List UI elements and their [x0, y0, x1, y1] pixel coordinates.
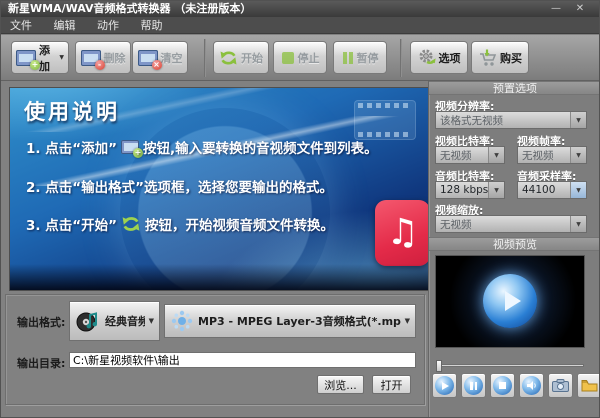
audio-bitrate-value: 128 kbps [440, 184, 488, 196]
window-title: 新星WMA/WAV音频格式转换器 （未注册版本） [8, 2, 252, 15]
audio-samplerate-value: 44100 [522, 184, 556, 196]
audio-cd-icon [75, 308, 101, 334]
output-format-value: MP3 - MPEG Layer-3音频格式(*.mp3) [198, 315, 401, 328]
instructions-title: 使用说明 [24, 100, 120, 124]
play-icon [435, 376, 454, 395]
close-button[interactable]: ✕ [571, 2, 589, 15]
preset-panel: 预置选项 视频分辨率: 该格式无视频 ▼ 视频比特率: 视频帧率: 无视频 ▼ … [428, 81, 599, 417]
chevron-down-icon[interactable]: ▼ [488, 182, 504, 198]
format-sparkle-icon [170, 309, 194, 333]
menu-edit[interactable]: 编辑 [45, 17, 85, 34]
pause-button[interactable]: 暂停 [333, 41, 387, 74]
toolbar-separator [204, 39, 206, 77]
open-button[interactable]: 打开 [372, 375, 411, 394]
filmstrip-watermark-icon [354, 100, 416, 140]
convert-arrows-icon [219, 50, 238, 66]
delete-button[interactable]: - 删除 [75, 41, 131, 74]
stop-icon [493, 376, 512, 395]
menu-bar: 文件 编辑 动作 帮助 [1, 17, 599, 34]
output-dir-input[interactable] [69, 352, 416, 368]
preview-header: 视频预览 [429, 237, 599, 251]
gear-icon [418, 49, 436, 66]
snapshot-button[interactable] [548, 373, 573, 398]
browse-button[interactable]: 浏览... [317, 375, 364, 394]
add-file-icon: + [16, 49, 40, 70]
audio-samplerate-select[interactable]: 44100 ▼ [517, 181, 587, 199]
video-preview [435, 255, 585, 348]
video-framerate-select[interactable]: 无视频 ▼ [517, 146, 587, 164]
chevron-down-icon: ▼ [404, 317, 410, 325]
chevron-down-icon[interactable]: ▼ [570, 147, 586, 163]
output-format-select[interactable]: MP3 - MPEG Layer-3音频格式(*.mp3) ▼ [164, 304, 416, 338]
seek-slider-handle[interactable] [436, 360, 442, 372]
menu-file[interactable]: 文件 [1, 17, 41, 34]
shopping-cart-icon [478, 49, 497, 67]
minimize-button[interactable]: — [547, 2, 565, 15]
chevron-down-icon[interactable]: ▼ [570, 216, 586, 232]
start-button[interactable]: 开始 [213, 41, 269, 74]
instruction-step-1: 1. 点击“添加” + 按钮,输入要转换的音视频文件到列表。 [26, 140, 378, 158]
menu-action[interactable]: 动作 [88, 17, 128, 34]
chevron-down-icon[interactable]: ▼ [488, 147, 504, 163]
chevron-down-icon: ▼ [148, 317, 154, 325]
play-button[interactable] [432, 373, 457, 398]
speaker-icon [522, 376, 541, 395]
camera-icon [552, 379, 569, 392]
video-scale-value: 无视频 [440, 218, 472, 231]
pause-icon [464, 376, 483, 395]
video-scale-select[interactable]: 无视频 ▼ [435, 215, 587, 233]
instruction-step-2: 2. 点击“输出格式”选项框，选择您要输出的格式。 [26, 180, 333, 196]
clear-button[interactable]: × 清空 [132, 41, 188, 74]
add-file-icon: + [120, 140, 143, 158]
app-window: 新星WMA/WAV音频格式转换器 （未注册版本） — ✕ 文件 编辑 动作 帮助… [0, 0, 600, 418]
buy-button[interactable]: 购买 [471, 41, 529, 74]
stop-button[interactable]: 停止 [273, 41, 327, 74]
options-button[interactable]: 选项 [410, 41, 468, 74]
seek-slider[interactable] [436, 360, 584, 372]
output-dir-label: 输出目录: [17, 357, 66, 370]
preview-play-button[interactable] [483, 274, 537, 328]
volume-button[interactable] [519, 373, 544, 398]
video-resolution-select[interactable]: 该格式无视频 ▼ [435, 111, 587, 129]
clear-list-icon: × [137, 49, 162, 70]
music-note-icon: ♫ [386, 212, 419, 253]
pause-bars-icon [342, 51, 354, 65]
output-format-label: 输出格式: [17, 316, 66, 329]
open-folder-button[interactable] [577, 373, 599, 398]
instruction-step-3: 3. 点击“开始” 按钮，开始视频音频文件转换。 [26, 216, 334, 234]
pause-button[interactable] [461, 373, 486, 398]
convert-arrows-icon [121, 216, 141, 232]
video-bitrate-value: 无视频 [440, 149, 472, 162]
title-bar: 新星WMA/WAV音频格式转换器 （未注册版本） [1, 1, 599, 17]
toolbar: + 添加 ▼ - 删除 × 清空 开始 停止 暂停 选项 购买 [1, 35, 599, 81]
chevron-down-icon[interactable]: ▼ [570, 112, 586, 128]
audio-bitrate-select[interactable]: 128 kbps ▼ [435, 181, 505, 199]
toolbar-separator [400, 39, 402, 77]
instructions-panel: 使用说明 1. 点击“添加” + 按钮,输入要转换的音视频文件到列表。 2. 点… [9, 87, 429, 291]
preset-header: 预置选项 [429, 81, 599, 95]
output-category-select[interactable]: 经典音频 ▼ [69, 301, 160, 341]
add-button[interactable]: + 添加 ▼ [11, 41, 69, 74]
stop-button[interactable] [490, 373, 515, 398]
music-app-icon: ♫ [375, 200, 428, 266]
video-resolution-value: 该格式无视频 [440, 114, 503, 127]
chevron-down-icon: ▼ [59, 54, 64, 61]
play-icon [504, 291, 521, 311]
stop-square-icon [281, 51, 295, 65]
menu-help[interactable]: 帮助 [132, 17, 172, 34]
chevron-down-icon[interactable]: ▼ [570, 182, 586, 198]
video-framerate-value: 无视频 [522, 149, 554, 162]
video-bitrate-select[interactable]: 无视频 ▼ [435, 146, 505, 164]
output-category-value: 经典音频 [105, 315, 145, 328]
delete-file-icon: - [80, 49, 105, 70]
folder-icon [581, 379, 598, 392]
